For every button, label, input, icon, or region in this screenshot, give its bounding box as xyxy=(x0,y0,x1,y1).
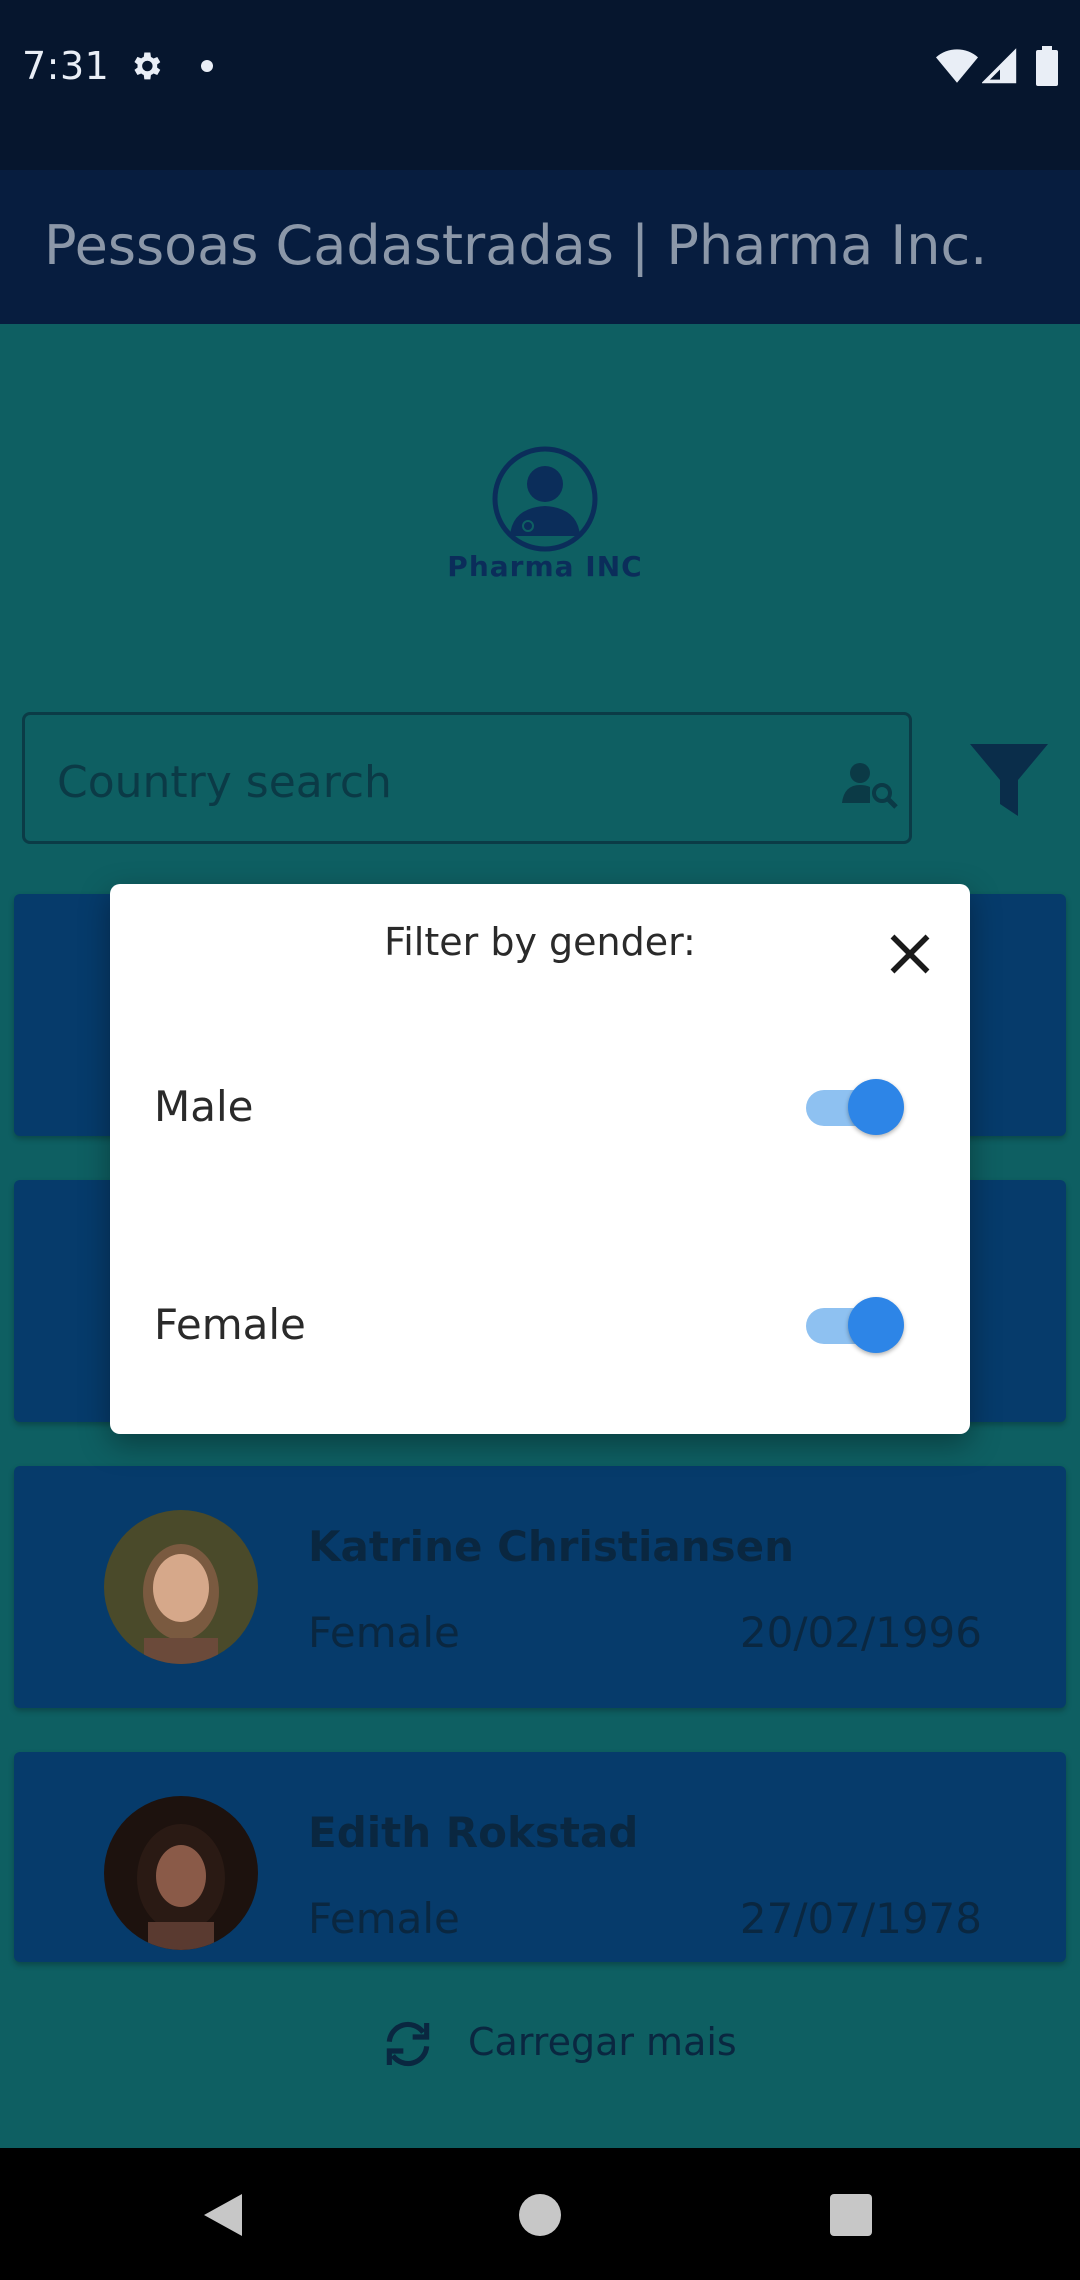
female-toggle[interactable] xyxy=(800,1294,904,1356)
toggle-thumb xyxy=(848,1297,904,1353)
female-label: Female xyxy=(154,1300,306,1349)
status-time: 7:31 xyxy=(22,44,110,88)
pharma-logo: Pharma INC xyxy=(440,444,650,594)
toggle-thumb xyxy=(848,1079,904,1135)
dialog-title: Filter by gender: xyxy=(384,920,696,964)
avatar xyxy=(104,1796,258,1950)
page-title: Pessoas Cadastradas | Pharma Inc. xyxy=(44,214,988,277)
back-icon[interactable] xyxy=(200,2190,246,2240)
person-card[interactable]: Edith Rokstad Female 27/07/1978 xyxy=(14,1752,1066,1962)
signal-icon xyxy=(982,48,1017,84)
screen: 7:31 Pessoas Cadastradas | Pharma Inc. P… xyxy=(0,0,1080,2280)
search-person-icon[interactable] xyxy=(840,759,900,809)
app-bar: Pessoas Cadastradas | Pharma Inc. xyxy=(0,170,1080,324)
avatar xyxy=(104,1510,258,1664)
gender-filter-dialog: Filter by gender: Male Female xyxy=(110,884,970,1434)
refresh-icon xyxy=(386,2021,430,2067)
person-gender: Female xyxy=(308,1608,460,1657)
search-box xyxy=(22,712,912,844)
wifi-icon xyxy=(936,49,978,83)
person-name: Katrine Christiansen xyxy=(308,1522,795,1571)
navigation-bar xyxy=(0,2148,1080,2280)
person-gender: Female xyxy=(308,1894,460,1943)
country-search-input[interactable] xyxy=(55,751,819,813)
battery-icon xyxy=(1036,46,1058,86)
male-label: Male xyxy=(154,1082,254,1131)
recents-icon[interactable] xyxy=(830,2194,872,2236)
logo-text: Pharma INC xyxy=(447,550,643,583)
person-birthdate: 20/02/1996 xyxy=(739,1608,982,1657)
notification-dot-icon xyxy=(201,60,213,72)
status-bar: 7:31 xyxy=(0,0,1080,170)
filter-icon[interactable] xyxy=(970,744,1048,816)
male-toggle[interactable] xyxy=(800,1076,904,1138)
person-birthdate: 27/07/1978 xyxy=(739,1894,982,1943)
gear-icon xyxy=(134,52,161,80)
close-icon[interactable] xyxy=(880,924,940,984)
doctor-icon xyxy=(492,446,598,552)
person-name: Edith Rokstad xyxy=(308,1808,639,1857)
home-icon[interactable] xyxy=(519,2194,561,2236)
person-card[interactable]: Katrine Christiansen Female 20/02/1996 xyxy=(14,1466,1066,1708)
load-more-label: Carregar mais xyxy=(468,2020,737,2064)
